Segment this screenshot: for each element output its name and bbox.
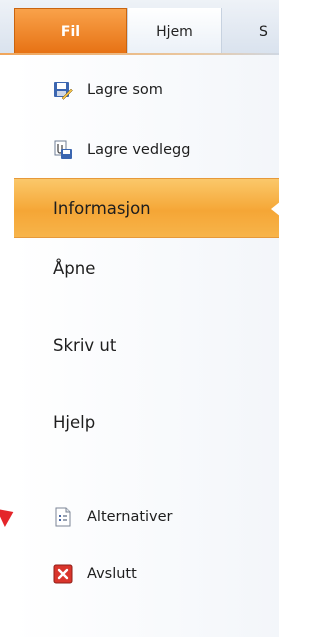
exit-label: Avslutt: [87, 566, 137, 582]
options-button[interactable]: Alternativer: [14, 497, 173, 537]
tab-partial[interactable]: S: [233, 8, 279, 55]
tab-file-label: Fil: [60, 24, 81, 40]
ribbon-tab-bar: Fil Hjem S: [0, 0, 279, 55]
menu-print-label: Skriv ut: [53, 335, 117, 355]
save-as-button[interactable]: Lagre som: [14, 70, 163, 110]
menu-help[interactable]: Hjelp: [14, 392, 279, 452]
tab-file[interactable]: Fil: [14, 8, 127, 55]
active-pointer-notch: [271, 201, 281, 217]
menu-info[interactable]: Informasjon: [14, 178, 281, 238]
menu-print[interactable]: Skriv ut: [14, 315, 279, 375]
options-icon: [53, 507, 73, 527]
save-attachment-icon: [53, 140, 73, 160]
exit-button[interactable]: Avslutt: [14, 554, 137, 594]
menu-info-label: Informasjon: [53, 198, 151, 218]
menu-open[interactable]: Åpne: [14, 238, 279, 298]
tab-home-label: Hjem: [156, 23, 193, 40]
menu-open-label: Åpne: [53, 258, 96, 278]
save-as-icon: [53, 80, 73, 100]
tab-home[interactable]: Hjem: [127, 8, 222, 55]
tab-partial-label: S: [259, 23, 268, 40]
exit-icon: [53, 564, 73, 584]
save-as-label: Lagre som: [87, 82, 163, 98]
options-label: Alternativer: [87, 509, 173, 525]
menu-help-label: Hjelp: [53, 412, 96, 432]
save-attachment-button[interactable]: Lagre vedlegg: [14, 130, 190, 170]
save-attachment-label: Lagre vedlegg: [87, 142, 191, 158]
